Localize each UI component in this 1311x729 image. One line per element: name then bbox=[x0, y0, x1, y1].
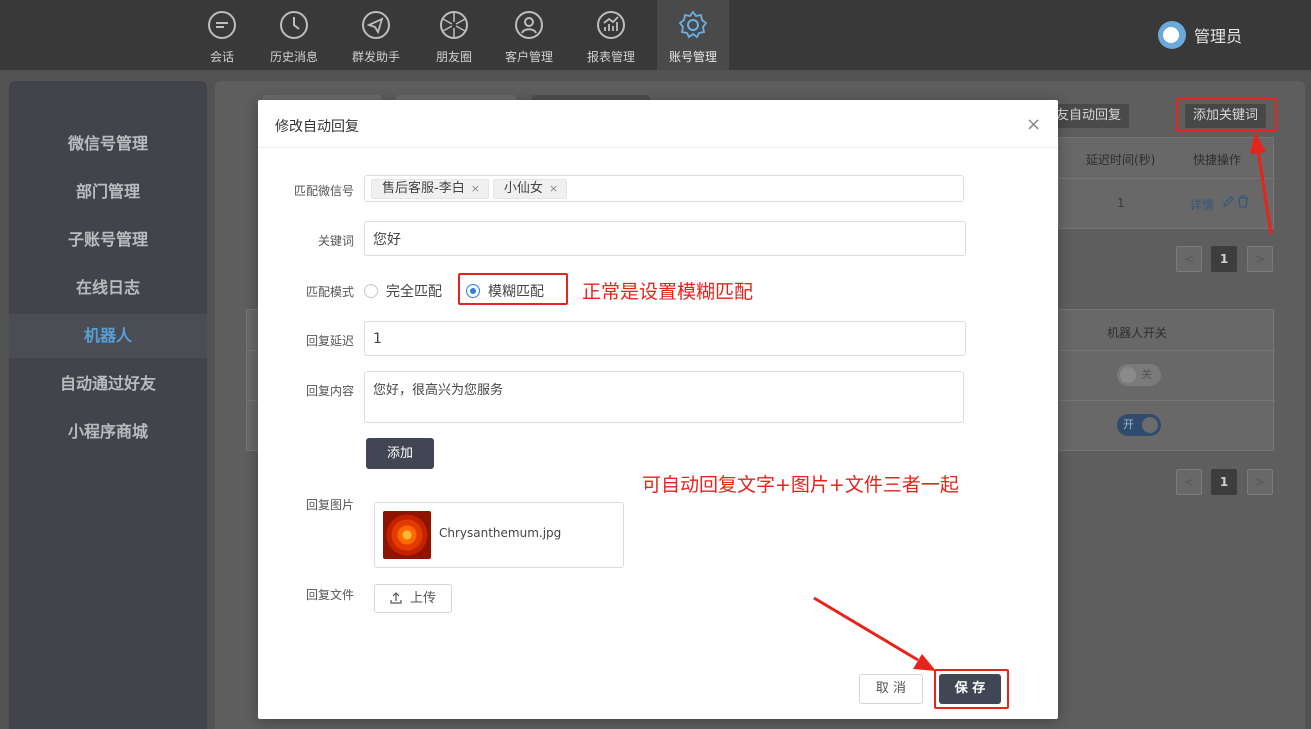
arrow-line-save bbox=[813, 596, 919, 662]
arrow-line-add-keyword bbox=[1256, 149, 1273, 235]
annotation-arrows bbox=[813, 132, 1273, 671]
arrow-head-save bbox=[913, 654, 936, 671]
arrow-head-add-keyword bbox=[1250, 132, 1266, 154]
